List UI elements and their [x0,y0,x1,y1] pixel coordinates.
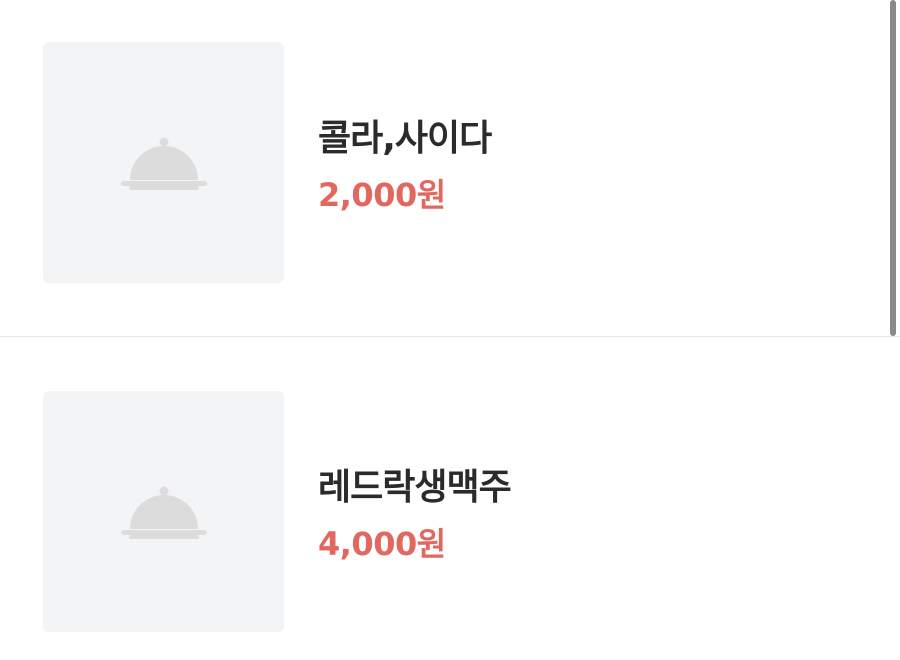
menu-item-cola-cider[interactable]: 콜라,사이다 2,000원 [0,0,886,330]
scrollbar-thumb[interactable] [890,0,896,336]
vertical-scrollbar[interactable] [890,0,896,660]
menu-item-price: 2,000원 [318,176,446,214]
item-divider [0,336,900,337]
menu-item-red-rock-draft-beer[interactable]: 레드락생맥주 4,000원 [0,343,886,660]
menu-item-image-placeholder [43,42,284,283]
food-cloche-icon [120,486,207,539]
menu-item-price: 4,000원 [318,525,446,563]
menu-item-image-placeholder [43,391,284,632]
menu-item-name: 레드락생맥주 [318,467,512,508]
food-cloche-icon [120,137,207,190]
menu-list: 콜라,사이다 2,000원 레드락생맥주 4,000원 [0,0,900,660]
menu-item-name: 콜라,사이다 [318,118,492,159]
